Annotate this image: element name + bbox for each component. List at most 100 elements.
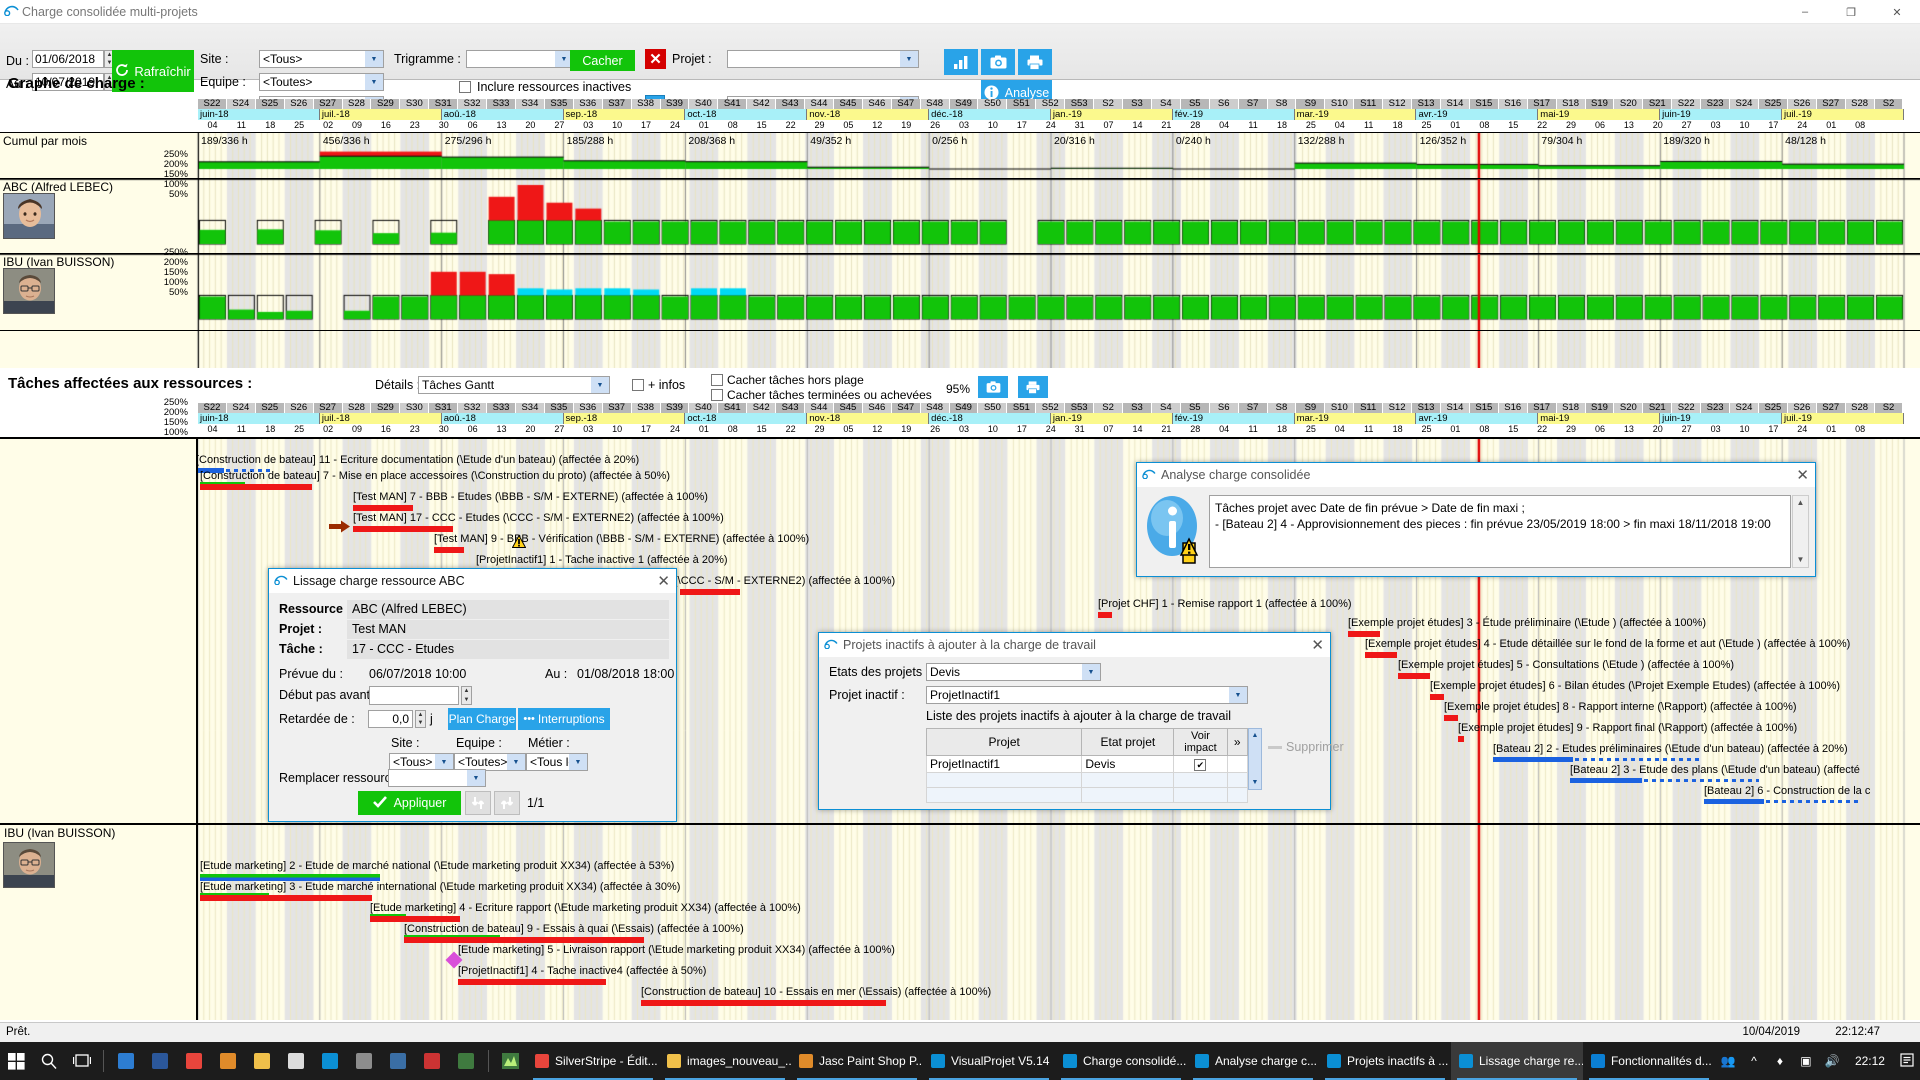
gantt-task-label[interactable]: [Test MAN] 9 - BBB - Vérification (\BBB … (434, 533, 809, 545)
paintshop-icon[interactable] (211, 1042, 245, 1080)
taskbar-task[interactable]: Fonctionnalités d... (1583, 1042, 1715, 1080)
taskbar-task[interactable]: Jasc Paint Shop P... (791, 1042, 923, 1080)
projet-inactif-combo[interactable]: ProjetInactif1 ▼ (926, 686, 1248, 704)
chevron-down-icon[interactable]: ▼ (365, 74, 383, 90)
gantt-task-bar[interactable] (1398, 673, 1430, 679)
gantt-task-label[interactable]: [Test MAN] 17 - CCC - Etudes (\CCC - S/M… (353, 512, 724, 524)
site-combo[interactable]: <Tous> ▼ (259, 50, 384, 68)
debut-spinner[interactable]: ▲ ▼ (461, 686, 472, 705)
plan-charge-button[interactable]: Plan Charge (448, 708, 516, 730)
analyse-scrollbar[interactable]: ▲ ▼ (1792, 495, 1809, 568)
system-tray[interactable]: 👥 ^ ♦ ▣ 🔊 (1715, 1054, 1845, 1068)
chevron-down-icon[interactable]: ▼ (900, 51, 918, 67)
chrome-icon[interactable] (177, 1042, 211, 1080)
cacher-hors-plage-checkbox[interactable] (711, 374, 723, 386)
gantt-task-bar[interactable] (353, 526, 453, 532)
chevron-down-icon[interactable]: ▼ (435, 754, 453, 770)
notification-icon[interactable] (1895, 1052, 1920, 1070)
disk-icon[interactable] (347, 1042, 381, 1080)
gantt-task-label[interactable]: [Construction de bateau] 10 - Essais en … (641, 986, 991, 998)
pinned-apps[interactable] (109, 1042, 483, 1080)
cell-voir-impact[interactable]: ✔ (1173, 755, 1228, 773)
tasks-print-button[interactable] (1018, 376, 1048, 398)
close-icon[interactable]: ✕ (657, 572, 670, 590)
gantt-task-bar[interactable] (353, 505, 413, 511)
close-button[interactable]: ✕ (1874, 0, 1920, 24)
gantt-task-label[interactable]: [Exemple projet études] 9 - Rapport fina… (1458, 722, 1797, 734)
gantt-task-bar[interactable] (1493, 757, 1573, 762)
gantt-task-bar[interactable] (1570, 778, 1642, 783)
du-input[interactable]: 01/06/2018 (32, 50, 104, 68)
cacher-terminees-checkbox[interactable] (711, 389, 723, 401)
debut-pas-avant-input[interactable] (369, 686, 459, 705)
minimize-button[interactable]: – (1782, 0, 1828, 24)
nav-prev-button[interactable] (465, 791, 491, 815)
gantt-move-arrow-icon[interactable] (329, 520, 351, 536)
dropbox-icon[interactable]: ♦ (1767, 1054, 1793, 1068)
gantt-task-label[interactable]: [Construction de bateau] 11 - Ecriture d… (196, 454, 639, 466)
word-icon[interactable] (143, 1042, 177, 1080)
people-icon[interactable]: 👥 (1715, 1054, 1741, 1068)
folder-icon[interactable] (245, 1042, 279, 1080)
dialog-projets-inactifs[interactable]: Projets inactifs à ajouter à la charge d… (818, 632, 1344, 810)
folder-blue-icon[interactable] (109, 1042, 143, 1080)
supprimer-button[interactable]: Supprimer (1268, 740, 1344, 754)
gantt-task-bar[interactable] (1444, 715, 1458, 721)
act-icon[interactable] (415, 1042, 449, 1080)
clear-projet-button[interactable]: ✕ (645, 49, 666, 69)
gantt-task-label[interactable]: [Construction de bateau] 9 - Essais à qu… (404, 923, 744, 935)
gantt-task-label[interactable]: [Test MAN] 7 - BBB - Etudes (\BBB - S/M … (353, 491, 708, 503)
gantt-task-bar[interactable] (1704, 799, 1764, 804)
col-etat-projet[interactable]: Etat projet (1081, 728, 1175, 756)
gantt-task-bar[interactable] (370, 916, 460, 922)
close-icon[interactable]: ✕ (1311, 636, 1324, 654)
taskbar-task[interactable]: Charge consolidé... (1055, 1042, 1187, 1080)
green-app-icon[interactable] (494, 1042, 527, 1080)
tasks-screenshot-button[interactable] (978, 376, 1008, 398)
taskbar-task[interactable]: images_nouveau_... (659, 1042, 791, 1080)
chart-button[interactable] (944, 49, 978, 75)
gantt-task-label[interactable]: [Bateau 2] 2 - Etudes préliminaires (\Et… (1493, 743, 1848, 755)
lissage-metier-combo[interactable]: <Tous les m ▼ (526, 753, 588, 771)
dialog-lissage-charge[interactable]: Lissage charge ressource ABC ✕ Ressource… (268, 568, 677, 822)
task-view-icon[interactable] (66, 1042, 99, 1080)
gantt-task-label[interactable]: [Exemple projet études] 4 - Etude détail… (1365, 638, 1850, 650)
gantt-task-bar[interactable] (1098, 612, 1112, 618)
doc-icon[interactable] (279, 1042, 313, 1080)
gantt-task-label[interactable]: [Exemple projet études] 3 - Étude prélim… (1348, 617, 1706, 629)
chevron-up-icon[interactable]: ^ (1741, 1054, 1767, 1068)
nav-next-button[interactable] (494, 791, 520, 815)
equipe-combo[interactable]: <Toutes> ▼ (259, 73, 384, 91)
gantt-task-bar[interactable] (200, 484, 312, 490)
maximize-button[interactable]: ❐ (1828, 0, 1874, 24)
table-scrollbar[interactable]: ▲ ▼ (1248, 728, 1262, 790)
col-voir-impact[interactable]: Voir impact (1173, 728, 1228, 756)
gantt-task-label[interactable]: [Etude marketing] 4 - Ecriture rapport (… (370, 902, 801, 914)
taskbar-task[interactable]: Lissage charge re... (1450, 1042, 1583, 1080)
taskbar-task[interactable]: VisualProjet V5.14 (923, 1042, 1055, 1080)
taskbar-task[interactable]: Analyse charge c... (1187, 1042, 1319, 1080)
trigramme-combo[interactable]: ▼ (466, 50, 574, 68)
scroll-down-icon[interactable]: ▼ (1793, 553, 1808, 567)
windows-taskbar[interactable]: SilverStripe - Édit... images_nouveau_...… (0, 1042, 1920, 1080)
table-row[interactable]: ProjetInactif1 Devis ✔ (925, 755, 1249, 773)
chevron-down-icon[interactable]: ▼ (569, 754, 587, 770)
gantt-task-label[interactable]: [Etude marketing] 3 - Etude marché inter… (200, 881, 680, 893)
gantt-task-label[interactable]: [Exemple projet études] 6 - Bilan études… (1430, 680, 1840, 692)
close-icon[interactable]: ✕ (1796, 466, 1809, 484)
appliquer-button[interactable]: Appliquer (358, 791, 461, 815)
gantt-task-label[interactable]: [Projet CHF] 1 - Remise rapport 1 (affec… (1098, 598, 1352, 610)
chevron-down-icon[interactable]: ▼ (365, 51, 383, 67)
taskbar-clock[interactable]: 22:12 (1845, 1054, 1895, 1068)
taskbar-task[interactable]: Projets inactifs à ... (1319, 1042, 1451, 1080)
retardee-spinner[interactable]: ▲ ▼ (415, 710, 426, 728)
retardee-input[interactable]: 0,0 (368, 710, 413, 728)
gantt-task-label[interactable]: [Exemple projet études] 5 - Consultation… (1398, 659, 1734, 671)
gantt-task-label[interactable]: [Construction de bateau] 12 - Recette cl… (880, 1019, 1284, 1020)
gantt-task-bar[interactable] (458, 979, 606, 985)
network-icon[interactable]: ▣ (1793, 1054, 1819, 1068)
gantt-task-bar[interactable] (641, 1000, 886, 1006)
cacher-button[interactable]: Cacher (570, 50, 635, 71)
visualprojet-icon[interactable] (313, 1042, 347, 1080)
chevron-down-icon[interactable]: ▼ (467, 770, 485, 786)
